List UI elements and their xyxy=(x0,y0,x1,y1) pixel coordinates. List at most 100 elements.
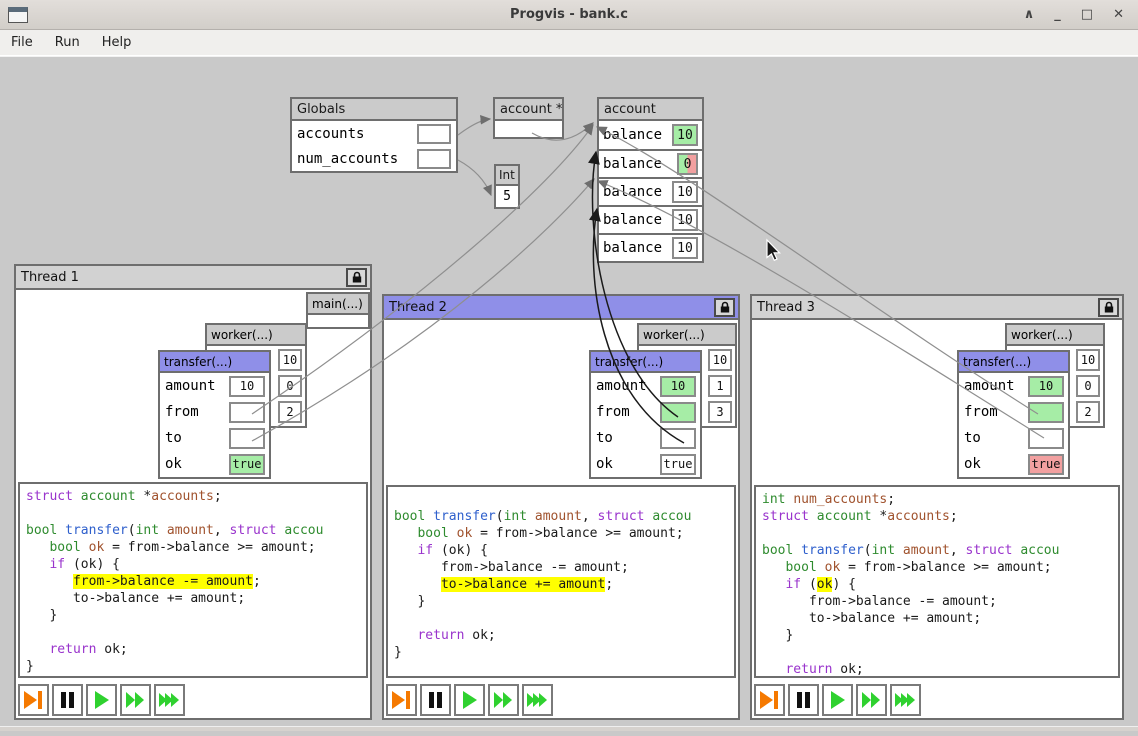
code-line xyxy=(762,644,1118,661)
worker-param-value: 0 xyxy=(278,375,302,397)
local-variable-row[interactable]: oktrue xyxy=(160,451,269,477)
globals-box[interactable]: Globals accountsnum_accounts xyxy=(290,97,458,173)
worker-frame-label: worker(...) xyxy=(207,325,305,346)
main-frame-label: main(...) xyxy=(308,294,368,315)
pause-icon xyxy=(56,689,80,711)
variable-name: ok xyxy=(165,456,182,472)
transfer-frame-label: transfer(...) xyxy=(160,352,269,373)
code-line: from->balance -= amount; xyxy=(26,573,366,590)
thread-1-titlebar[interactable]: Thread 1 xyxy=(16,266,370,290)
code-line: return ok; xyxy=(762,661,1118,678)
lock-icon[interactable] xyxy=(1098,298,1119,317)
account-array-box[interactable]: account balance10balance0balance10balanc… xyxy=(597,97,704,263)
int-box-value: 5 xyxy=(496,186,518,207)
account-row[interactable]: balance0 xyxy=(599,149,702,177)
source-code-view: int num_accounts;struct account *account… xyxy=(754,485,1120,678)
code-line xyxy=(394,610,734,627)
shade-window-icon[interactable]: ∧ xyxy=(1024,7,1035,22)
lock-icon[interactable] xyxy=(346,268,367,287)
transfer-frame[interactable]: transfer(...) amount10fromtooktrue xyxy=(158,350,271,479)
thread-3-titlebar[interactable]: Thread 3 xyxy=(752,296,1122,320)
play-fastest-button[interactable] xyxy=(522,684,553,716)
variable-value xyxy=(660,428,696,449)
local-variable-row[interactable]: amount10 xyxy=(591,373,700,399)
window-icon xyxy=(8,7,28,23)
transfer-frame[interactable]: transfer(...) amount10fromtooktrue xyxy=(957,350,1070,479)
local-variable-row[interactable]: from xyxy=(591,399,700,425)
local-variable-row[interactable]: oktrue xyxy=(591,451,700,477)
orange-skip-icon xyxy=(390,689,414,711)
variable-value: 10 xyxy=(1028,376,1064,397)
run-to-next-button[interactable] xyxy=(754,684,785,716)
global-variable-row[interactable]: num_accounts xyxy=(292,146,456,171)
thread-2-panel[interactable]: Thread 2 worker(...) 1013 transfer(...) … xyxy=(382,294,740,720)
thread-2-titlebar[interactable]: Thread 2 xyxy=(384,296,738,320)
thread-1-controls xyxy=(18,684,185,716)
local-variable-row[interactable]: oktrue xyxy=(959,451,1068,477)
window-titlebar[interactable]: Progvis - bank.c ∧ _ □ ✕ xyxy=(0,0,1138,30)
play-fast-button[interactable] xyxy=(856,684,887,716)
worker-param-value: 3 xyxy=(708,401,732,423)
code-line: bool transfer(int amount, struct accou xyxy=(26,522,366,539)
account-row[interactable]: balance10 xyxy=(599,233,702,261)
play-button[interactable] xyxy=(822,684,853,716)
lock-icon[interactable] xyxy=(714,298,735,317)
pause-button[interactable] xyxy=(52,684,83,716)
play-fastest-button[interactable] xyxy=(890,684,921,716)
local-variable-row[interactable]: to xyxy=(591,425,700,451)
play-fast-button[interactable] xyxy=(120,684,151,716)
code-line: return ok; xyxy=(394,627,734,644)
menu-file[interactable]: File xyxy=(0,30,44,55)
visualization-canvas[interactable]: Globals accountsnum_accounts account * I… xyxy=(0,56,1138,731)
run-to-next-button[interactable] xyxy=(386,684,417,716)
thread-2-title: Thread 2 xyxy=(389,300,447,315)
account-array-title: account xyxy=(599,99,702,121)
variable-name: to xyxy=(964,430,981,446)
thread-3-content: worker(...) 1002 transfer(...) amount10f… xyxy=(752,320,1122,718)
menu-run[interactable]: Run xyxy=(44,30,91,55)
local-variable-row[interactable]: to xyxy=(959,425,1068,451)
thread-3-panel[interactable]: Thread 3 worker(...) 1002 transfer(...) … xyxy=(750,294,1124,720)
balance-value: 10 xyxy=(672,181,698,203)
run-to-next-button[interactable] xyxy=(18,684,49,716)
minimize-icon[interactable]: _ xyxy=(1054,7,1061,22)
local-variable-row[interactable]: amount10 xyxy=(959,373,1068,399)
local-variable-row[interactable]: from xyxy=(959,399,1068,425)
play-fast-button[interactable] xyxy=(488,684,519,716)
worker-frame-label: worker(...) xyxy=(639,325,735,346)
worker-frame-label: worker(...) xyxy=(1007,325,1103,346)
local-variable-row[interactable]: to xyxy=(160,425,269,451)
code-line xyxy=(394,491,734,508)
menu-help[interactable]: Help xyxy=(91,30,143,55)
transfer-frame[interactable]: transfer(...) amount10fromtooktrue xyxy=(589,350,702,479)
main-frame-slot xyxy=(308,315,368,327)
play-button[interactable] xyxy=(454,684,485,716)
account-pointer-box[interactable]: account * xyxy=(493,97,564,139)
worker-param-value: 0 xyxy=(1076,375,1100,397)
maximize-icon[interactable]: □ xyxy=(1081,7,1093,22)
play-fastest-button[interactable] xyxy=(154,684,185,716)
play-icon xyxy=(826,689,850,711)
int-box[interactable]: Int 5 xyxy=(494,164,520,209)
local-variable-row[interactable]: from xyxy=(160,399,269,425)
pause-button[interactable] xyxy=(420,684,451,716)
account-row[interactable]: balance10 xyxy=(599,177,702,205)
play-button[interactable] xyxy=(86,684,117,716)
code-line: from->balance -= amount; xyxy=(394,559,734,576)
triple-forward-icon xyxy=(894,689,918,711)
main-frame[interactable]: main(...) xyxy=(306,292,370,329)
account-row[interactable]: balance10 xyxy=(599,121,702,149)
worker-param-value: 10 xyxy=(278,349,302,371)
local-variable-row[interactable]: amount10 xyxy=(160,373,269,399)
variable-value: true xyxy=(660,454,696,475)
global-variable-row[interactable]: accounts xyxy=(292,121,456,146)
pause-button[interactable] xyxy=(788,684,819,716)
variable-value xyxy=(1028,428,1064,449)
thread-1-panel[interactable]: Thread 1 main(...) worker(...) 10 0 2 tran… xyxy=(14,264,372,720)
worker-param-value: 2 xyxy=(278,401,302,423)
account-row[interactable]: balance10 xyxy=(599,205,702,233)
pointer-cell xyxy=(417,124,451,144)
close-icon[interactable]: ✕ xyxy=(1113,7,1124,22)
code-line: from->balance -= amount; xyxy=(762,593,1118,610)
orange-skip-icon xyxy=(22,689,46,711)
